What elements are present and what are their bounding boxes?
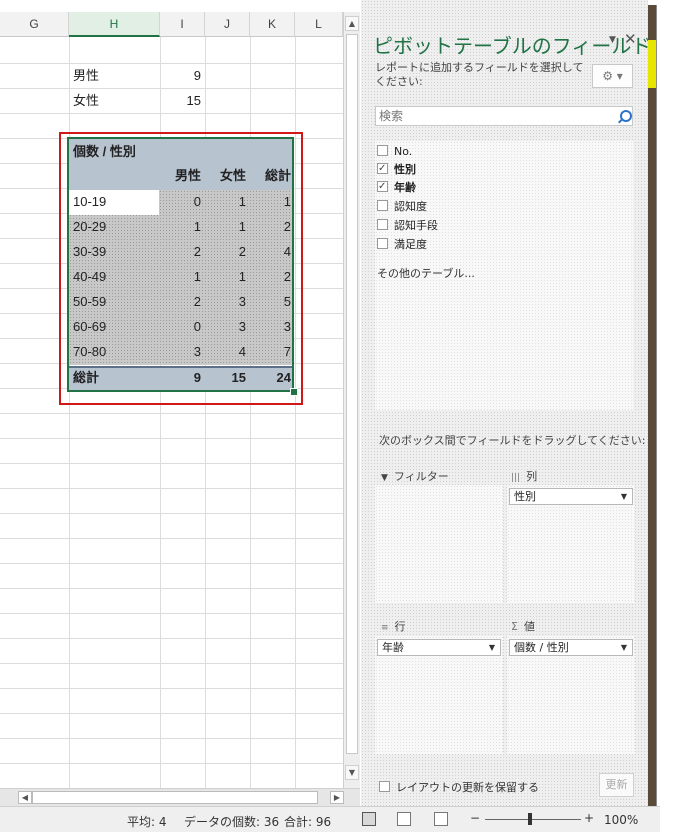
checkbox-defer-update[interactable]: [379, 781, 390, 792]
row-gridline: [0, 563, 343, 564]
column-header-g[interactable]: G: [0, 12, 69, 37]
page-layout-view-icon[interactable]: [397, 812, 411, 826]
gear-icon[interactable]: ⚙ ▾: [592, 64, 633, 88]
row-gridline: [0, 638, 343, 639]
checkbox-awareness-method[interactable]: [377, 219, 388, 230]
cell-male-label[interactable]: 男性: [69, 64, 160, 88]
row-gridline: [0, 413, 343, 414]
column-header-l[interactable]: L: [295, 12, 343, 37]
checkbox-gender[interactable]: [377, 161, 388, 177]
zoom-level[interactable]: 100%: [604, 813, 638, 827]
values-field-button[interactable]: 個数 / 性別 ▼: [509, 639, 633, 656]
status-bar: 平均: 4 データの個数: 36 合計: 96 − + 100%: [0, 806, 660, 832]
rows-drop-area[interactable]: 年齢 ▼: [375, 636, 503, 754]
row-gridline: [0, 488, 343, 489]
rows-area-label: ≡ 行: [381, 620, 406, 633]
spreadsheet-grid[interactable]: G H I J K L 男性 9 女性 15 個数 / 性別 男性 女性 総計 …: [0, 0, 343, 788]
defer-update-option[interactable]: レイアウトの更新を保留する: [379, 779, 539, 795]
row-gridline: [0, 113, 343, 114]
close-icon[interactable]: ✕: [624, 30, 637, 48]
field-list: No. 性別 年齢 認知度 認知手段 満足度 その他のテーブル...: [375, 141, 633, 410]
row-gridline: [0, 463, 343, 464]
field-item-awareness[interactable]: 認知度: [377, 199, 427, 215]
window-edge-border: [656, 5, 657, 806]
rows-icon: ≡: [381, 623, 389, 633]
values-drop-area[interactable]: 個数 / 性別 ▼: [507, 636, 635, 754]
zoom-in-icon[interactable]: +: [584, 811, 594, 825]
field-item-awareness-method[interactable]: 認知手段: [377, 218, 438, 234]
scroll-up-icon[interactable]: ▲: [345, 16, 359, 31]
row-gridline: [0, 588, 343, 589]
row-gridline: [0, 713, 343, 714]
rows-field-button[interactable]: 年齢 ▼: [377, 639, 501, 656]
drag-instruction: 次のボックス間でフィールドをドラッグしてください:: [379, 434, 646, 447]
column-header-k[interactable]: K: [250, 12, 295, 37]
column-header-i[interactable]: I: [160, 12, 205, 37]
pane-description: レポートに追加するフィールドを選択してください:: [375, 61, 584, 88]
highlight-box: [59, 132, 303, 405]
vertical-scrollbar[interactable]: ▲ ▼: [343, 12, 360, 788]
pane-options-icon[interactable]: ▼: [609, 35, 616, 45]
field-item-age[interactable]: 年齢: [377, 179, 416, 196]
columns-drop-area[interactable]: 性別 ▼: [507, 485, 635, 603]
checkbox-no[interactable]: [377, 145, 388, 156]
normal-view-icon[interactable]: [362, 812, 376, 826]
row-gridline: [0, 763, 343, 764]
column-header-j[interactable]: J: [205, 12, 250, 37]
cell-male-value[interactable]: 9: [160, 64, 205, 88]
update-button[interactable]: 更新: [599, 773, 634, 797]
row-gridline: [0, 613, 343, 614]
zoom-slider-knob[interactable]: [528, 813, 532, 825]
checkbox-awareness[interactable]: [377, 200, 388, 211]
status-sum: 合計: 96: [284, 815, 332, 829]
more-tables-link[interactable]: その他のテーブル...: [377, 265, 475, 281]
cell-female-label[interactable]: 女性: [69, 89, 160, 113]
columns-icon: |||: [511, 473, 521, 483]
row-gridline: [0, 663, 343, 664]
row-gridline: [0, 513, 343, 514]
dropdown-icon[interactable]: ▼: [489, 640, 495, 655]
filter-icon: ▼: [381, 473, 388, 483]
filter-drop-area[interactable]: [375, 485, 503, 603]
dropdown-icon[interactable]: ▼: [621, 640, 627, 655]
row-gridline: [0, 538, 343, 539]
search-input[interactable]: [375, 106, 633, 126]
status-count: データの個数: 36: [184, 815, 280, 829]
values-area-label: Σ値: [511, 620, 535, 633]
columns-area-label: ||| 列: [511, 470, 538, 483]
vertical-scroll-thumb[interactable]: [346, 34, 358, 754]
search-icon[interactable]: [620, 110, 632, 122]
field-item-gender[interactable]: 性別: [377, 161, 416, 178]
status-average: 平均: 4: [127, 815, 167, 829]
pivot-field-pane: ピボットテーブルのフィールド ▼ ✕ レポートに追加するフィールドを選択してくだ…: [361, 0, 651, 806]
scroll-down-icon[interactable]: ▼: [345, 765, 359, 780]
horizontal-scrollbar[interactable]: ◀ ▶: [0, 788, 360, 806]
zoom-out-icon[interactable]: −: [470, 811, 480, 825]
cell-female-value[interactable]: 15: [160, 89, 205, 113]
page-break-view-icon[interactable]: [434, 812, 448, 826]
columns-field-button[interactable]: 性別 ▼: [509, 488, 633, 505]
scroll-right-icon[interactable]: ▶: [330, 791, 344, 804]
column-header-h[interactable]: H: [69, 12, 160, 37]
checkbox-satisfaction[interactable]: [377, 238, 388, 249]
filter-area-label: ▼ フィルター: [381, 470, 449, 483]
row-gridline: [0, 438, 343, 439]
horizontal-scroll-thumb[interactable]: [32, 791, 318, 804]
dropdown-icon[interactable]: ▼: [621, 489, 627, 504]
checkbox-age[interactable]: [377, 179, 388, 195]
field-item-no[interactable]: No.: [377, 144, 412, 160]
scroll-left-icon[interactable]: ◀: [18, 791, 32, 804]
window-edge: [648, 5, 656, 806]
row-gridline: [0, 688, 343, 689]
window-edge-highlight: [648, 40, 656, 88]
field-item-satisfaction[interactable]: 満足度: [377, 237, 427, 253]
sigma-icon: Σ: [511, 620, 518, 633]
row-gridline: [0, 738, 343, 739]
zoom-slider[interactable]: [485, 819, 581, 820]
